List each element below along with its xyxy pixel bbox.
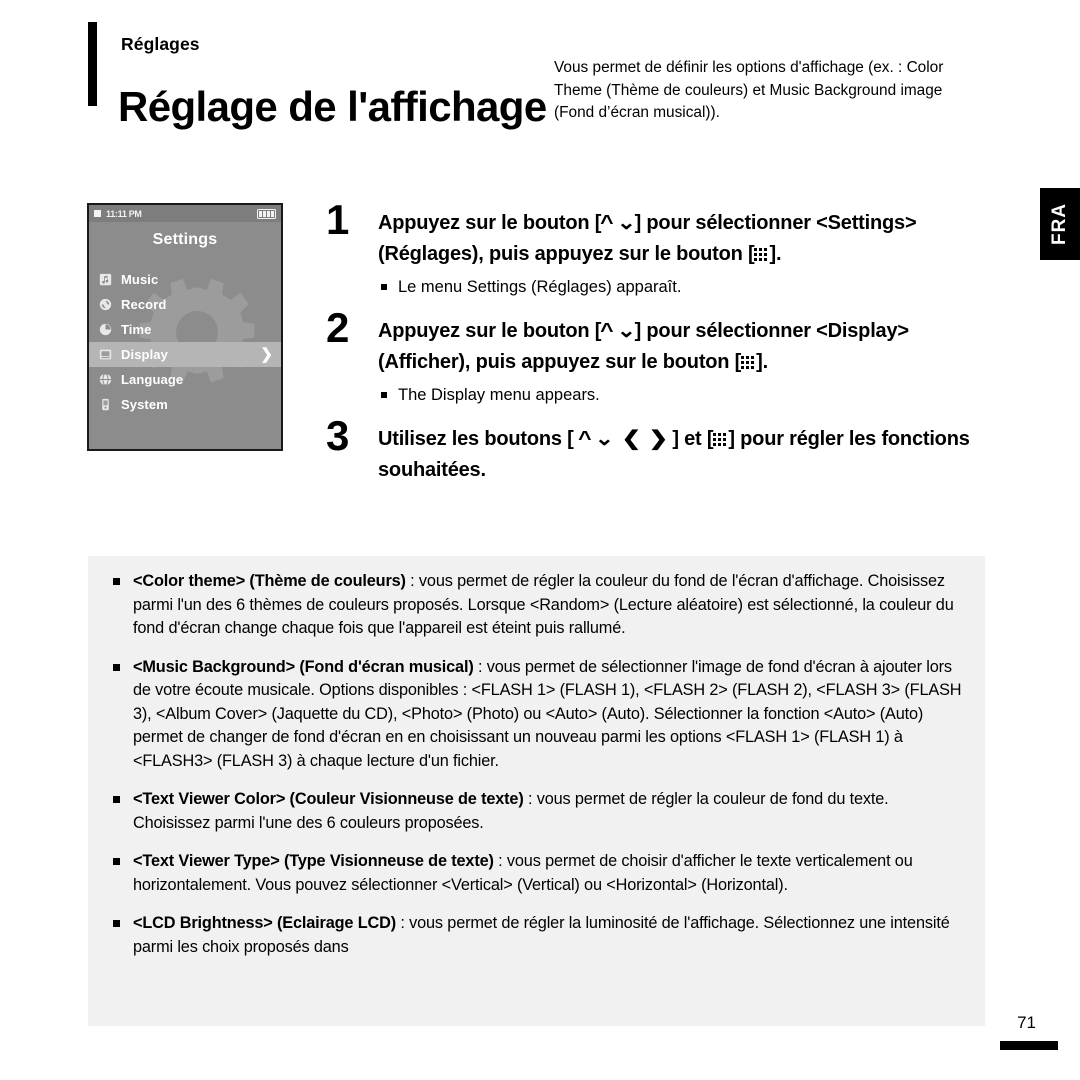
battery-full-icon: [257, 208, 276, 219]
music-note-icon: [98, 273, 112, 287]
step-number: 2: [326, 304, 350, 351]
grid-3x3-icon: [713, 432, 728, 447]
device-menu-item-label: Language: [121, 372, 184, 387]
feature-term: <LCD Brightness> (Eclairage LCD): [133, 914, 396, 932]
chevron-up-icon: ^: [600, 212, 614, 234]
device-icon: [98, 398, 112, 412]
device-menu-item-time[interactable]: Time: [89, 317, 281, 342]
step-text-part-1: Appuyez sur le bouton [: [378, 212, 602, 234]
chevron-right-icon: ❯: [649, 428, 669, 450]
step-note: The Display menu appears.: [378, 384, 996, 406]
device-screen-mockup: 11:11 PM Settings Music Record Time Disp…: [87, 203, 283, 451]
page-title: Réglage de l'affichage: [118, 83, 547, 131]
device-menu-item-label: Time: [121, 322, 152, 337]
step-text-part-3: ].: [769, 243, 782, 265]
device-screen-title: Settings: [152, 231, 218, 248]
step-number: 3: [326, 412, 350, 459]
feature-term: <Text Viewer Color> (Couleur Visionneuse…: [133, 790, 524, 808]
header-description: Vous permet de définir les options d'aff…: [554, 59, 944, 121]
step-text-part-1: Utilisez les boutons [: [378, 428, 574, 450]
clock-icon: [98, 323, 112, 337]
device-settings-menu: Music Record Time Display ❯ Language Sys…: [89, 267, 281, 417]
feature-term: <Music Background> (Fond d'écran musical…: [133, 657, 474, 676]
instruction-step-3: 3 Utilisez les boutons [ ^ ⌄ ❮ ❯ ] et []…: [326, 415, 996, 486]
header-accent-bar: [88, 22, 97, 106]
step-body: Utilisez les boutons [ ^ ⌄ ❮ ❯ ] et [] p…: [378, 424, 996, 486]
language-side-tab: FRA: [1040, 188, 1080, 260]
page-number: 71: [1017, 1013, 1036, 1032]
feature-item-music-background: <Music Background> (Fond d'écran musical…: [110, 656, 963, 774]
chevron-up-icon: ^: [600, 320, 614, 342]
feature-term: <Text Viewer Type> (Type Visionneuse de …: [133, 852, 494, 870]
step-body: Appuyez sur le bouton [^ ⌄] pour sélecti…: [378, 316, 996, 378]
feature-item-text-viewer-type: <Text Viewer Type> (Type Visionneuse de …: [110, 850, 963, 897]
globe-icon: [98, 373, 112, 387]
status-time: 11:11 PM: [106, 208, 142, 219]
feature-term: <Color theme> (Thème de couleurs): [133, 572, 406, 590]
feature-item-text-viewer-color: <Text Viewer Color> (Couleur Visionneuse…: [110, 788, 963, 835]
device-menu-item-label: Display: [121, 347, 168, 362]
feature-item-lcd-brightness: <LCD Brightness> (Eclairage LCD) : vous …: [110, 912, 963, 959]
feature-item-color-theme: <Color theme> (Thème de couleurs) : vous…: [110, 570, 963, 641]
chevron-right-icon: ❯: [260, 346, 273, 363]
device-menu-item-system[interactable]: System: [89, 392, 281, 417]
chevron-down-icon: ⌄: [616, 320, 636, 342]
language-side-tab-label: FRA: [1049, 202, 1070, 246]
grid-3x3-icon: [741, 355, 756, 370]
step-body: Appuyez sur le bouton [^ ⌄] pour sélecti…: [378, 208, 996, 270]
record-icon: [98, 298, 112, 312]
chevron-up-icon: ^: [578, 428, 592, 450]
step-text-part-2: ] et [: [672, 428, 714, 450]
status-indicator-icon: [94, 210, 101, 217]
device-menu-item-label: Music: [121, 272, 159, 287]
footer-accent-bar: [1000, 1041, 1058, 1050]
device-menu-item-music[interactable]: Music: [89, 267, 281, 292]
device-menu-item-label: System: [121, 397, 168, 412]
device-status-bar: 11:11 PM: [89, 205, 281, 222]
grid-3x3-icon: [754, 247, 769, 262]
device-menu-item-label: Record: [121, 297, 167, 312]
step-text-part-1: Appuyez sur le bouton [: [378, 320, 602, 342]
instruction-steps: 1 Appuyez sur le bouton [^ ⌄] pour sélec…: [326, 199, 996, 504]
chevron-down-icon: ⌄: [616, 212, 636, 234]
page-header: Réglages Réglage de l'affichage Vous per…: [0, 0, 1080, 160]
chevron-down-icon: ⌄: [594, 428, 614, 450]
step-number: 1: [326, 196, 350, 243]
chevron-left-icon: ❮: [621, 428, 641, 450]
step-text-part-3: ].: [756, 351, 768, 373]
device-menu-item-record[interactable]: Record: [89, 292, 281, 317]
instruction-step-1: 1 Appuyez sur le bouton [^ ⌄] pour sélec…: [326, 199, 996, 298]
device-menu-item-display[interactable]: Display ❯: [89, 342, 281, 367]
feature-description-panel: <Color theme> (Thème de couleurs) : vous…: [88, 556, 985, 1026]
monitor-icon: [98, 348, 112, 362]
header-kicker: Réglages: [121, 34, 200, 54]
device-menu-item-language[interactable]: Language: [89, 367, 281, 392]
step-note: Le menu Settings (Réglages) apparaît.: [378, 276, 996, 298]
instruction-step-2: 2 Appuyez sur le bouton [^ ⌄] pour sélec…: [326, 307, 996, 406]
